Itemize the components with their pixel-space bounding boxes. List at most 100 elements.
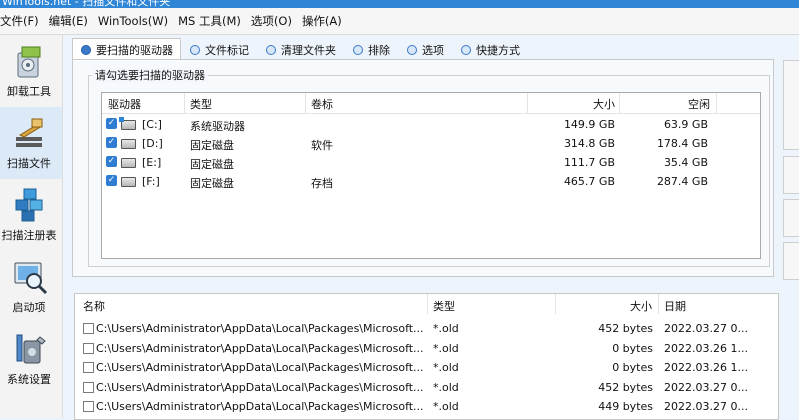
results-row[interactable]: C:\Users\Administrator\AppData\Local\Pac…: [75, 396, 778, 416]
sidebar: 卸载工具 扫描文件 扫描注册表 启动项 系统设置: [0, 35, 63, 418]
file-type: *.old: [433, 341, 459, 355]
tab-file-marks[interactable]: 文件标记: [181, 38, 257, 61]
file-size: 449 bytes: [598, 400, 653, 413]
sidebar-item-startup[interactable]: 启动项: [0, 251, 62, 323]
side-action-button[interactable]: [783, 242, 799, 280]
drive-type: 系统驱动器: [190, 120, 245, 133]
checkbox-checked[interactable]: ✓: [106, 137, 117, 148]
file-path: C:\Users\Administrator\AppData\Local\Pac…: [96, 322, 424, 335]
drive-row[interactable]: ✓ [C:] 系统驱动器 149.9 GB 63.9 GB: [102, 115, 760, 134]
file-path: C:\Users\Administrator\AppData\Local\Pac…: [96, 400, 424, 413]
file-date: 2022.03.26 1...: [664, 361, 748, 374]
sidebar-item-scan-registry[interactable]: 扫描注册表: [0, 179, 62, 251]
menu-options[interactable]: 选项(O): [246, 13, 297, 29]
side-action-button[interactable]: [783, 156, 799, 194]
drive-size: 465.7 GB: [563, 175, 615, 188]
tab-label: 快捷方式: [476, 43, 520, 57]
checkbox-checked[interactable]: ✓: [106, 118, 117, 129]
drive-row[interactable]: ✓ [F:] 固定磁盘 存档 465.7 GB 287.4 GB: [102, 172, 760, 191]
results-row[interactable]: C:\Users\Administrator\AppData\Local\Pac…: [75, 338, 778, 358]
col-drive[interactable]: 驱动器: [108, 96, 141, 112]
tab-label: 文件标记: [205, 43, 249, 57]
col-size[interactable]: 大小: [593, 96, 615, 112]
results-row[interactable]: C:\Users\Administrator\AppData\Local\Pac…: [75, 377, 778, 397]
sidebar-item-label: 扫描注册表: [1, 229, 57, 242]
side-action-button[interactable]: [783, 199, 799, 237]
col-name[interactable]: 名称: [83, 298, 105, 314]
file-size: 452 bytes: [598, 380, 653, 394]
checkbox-unchecked[interactable]: [83, 362, 94, 373]
hard-drive-icon: [121, 139, 136, 149]
radio-icon: [353, 44, 363, 55]
menu-ms-tools[interactable]: MS 工具(M): [173, 13, 246, 29]
checkbox-unchecked[interactable]: [83, 401, 94, 412]
checkbox-checked[interactable]: ✓: [106, 156, 117, 167]
drive-row[interactable]: ✓ [D:] 固定磁盘 软件 314.8 GB 178.4 GB: [102, 134, 760, 153]
results-row[interactable]: C:\Users\Administrator\AppData\Local\Pac…: [75, 318, 778, 338]
radio-icon: [266, 44, 276, 55]
sidebar-item-uninstall[interactable]: 卸载工具: [0, 35, 62, 107]
side-action-button[interactable]: [783, 60, 799, 150]
file-type: *.old: [433, 361, 459, 374]
drive-list-header: 驱动器 类型 卷标 大小 空闲: [102, 93, 760, 114]
menu-bar: 文件(F) 编辑(E) WinTools(W) MS 工具(M) 选项(O) 操…: [0, 8, 799, 34]
tab-label: 清理文件夹: [281, 43, 336, 57]
broom-scan-icon: [16, 118, 43, 147]
sidebar-item-system-settings[interactable]: 系统设置: [0, 323, 62, 395]
col-size[interactable]: 大小: [630, 298, 652, 314]
sidebar-item-scan-files[interactable]: 扫描文件: [0, 107, 62, 179]
drive-letter: [E:]: [142, 156, 162, 169]
file-date: 2022.03.27 0...: [664, 322, 748, 335]
results-list[interactable]: 名称 类型 大小 日期 C:\Users\Administrator\AppDa…: [74, 293, 779, 420]
tab-label: 选项: [422, 43, 444, 57]
file-path: C:\Users\Administrator\AppData\Local\Pac…: [96, 361, 424, 374]
tab-drives[interactable]: 要扫描的驱动器: [72, 38, 181, 61]
col-type[interactable]: 类型: [433, 298, 455, 314]
registry-cubes-icon: [15, 188, 43, 222]
title-bar: WinTools.net - 扫描文件和文件夹: [0, 0, 799, 8]
results-row[interactable]: C:\Users\Administrator\AppData\Local\Pac…: [75, 357, 778, 377]
tab-shortcuts[interactable]: 快捷方式: [452, 38, 528, 61]
tab-strip: 要扫描的驱动器 文件标记 清理文件夹 排除 选项 快捷方式: [72, 38, 528, 61]
checkbox-checked[interactable]: ✓: [106, 175, 117, 186]
menu-wintools[interactable]: WinTools(W): [93, 14, 173, 28]
menu-edit[interactable]: 编辑(E): [44, 13, 93, 29]
drive-size: 149.9 GB: [563, 118, 615, 131]
drive-letter: [F:]: [142, 175, 160, 188]
file-size: 0 bytes: [612, 361, 653, 374]
tab-label: 要扫描的驱动器: [96, 43, 173, 57]
system-tools-icon: [16, 334, 46, 364]
uninstall-icon: [17, 46, 41, 78]
file-date: 2022.03.26 1...: [664, 341, 748, 355]
tab-exclude[interactable]: 排除: [344, 38, 398, 61]
sidebar-item-label: 卸载工具: [7, 85, 51, 98]
drives-group-title: 请勾选要扫描的驱动器: [92, 67, 208, 83]
col-free[interactable]: 空闲: [688, 96, 710, 112]
column-divider: [184, 93, 185, 113]
menu-file[interactable]: 文件(F): [0, 13, 44, 29]
checkbox-unchecked[interactable]: [83, 381, 94, 393]
file-date: 2022.03.27 0...: [664, 380, 748, 394]
drive-row[interactable]: ✓ [E:] 固定磁盘 111.7 GB 35.4 GB: [102, 153, 760, 172]
file-date: 2022.03.27 0...: [664, 400, 748, 413]
checkbox-unchecked[interactable]: [83, 323, 94, 334]
col-label[interactable]: 卷标: [311, 96, 333, 112]
drive-type: 固定磁盘: [190, 158, 234, 171]
drive-letter: [C:]: [142, 118, 162, 131]
drive-type: 固定磁盘: [190, 139, 234, 152]
drive-label: 软件: [311, 139, 333, 152]
file-size: 452 bytes: [598, 322, 653, 335]
radio-icon: [407, 44, 417, 55]
tab-clean-folders[interactable]: 清理文件夹: [257, 38, 344, 61]
drive-free: 35.4 GB: [663, 156, 708, 169]
col-type[interactable]: 类型: [190, 96, 212, 112]
drive-size: 314.8 GB: [563, 137, 615, 150]
menu-actions[interactable]: 操作(A): [297, 13, 347, 29]
checkbox-unchecked[interactable]: [83, 342, 94, 354]
column-divider: [427, 294, 428, 314]
col-date[interactable]: 日期: [664, 298, 686, 314]
radio-icon: [190, 44, 200, 55]
drive-list[interactable]: 驱动器 类型 卷标 大小 空闲 ✓ [C:] 系统驱动器 149.9 GB 63…: [101, 92, 761, 259]
tab-options[interactable]: 选项: [398, 38, 452, 61]
hard-drive-icon: [121, 158, 136, 168]
